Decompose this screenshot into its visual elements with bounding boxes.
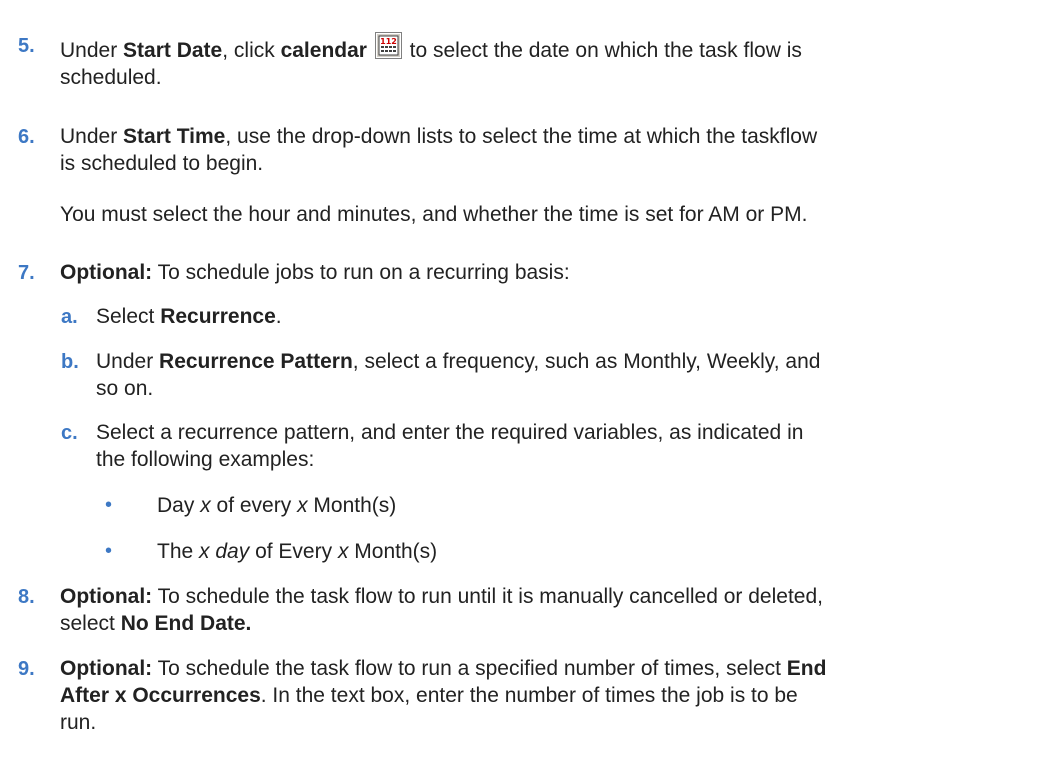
text-run: Month(s) (307, 494, 397, 517)
step-text: Under Start Time, use the drop-down list… (60, 123, 1020, 177)
text-run: Under (60, 39, 124, 62)
text-run: of Every (249, 540, 338, 563)
step-number: 6. (18, 126, 35, 148)
svg-text:112: 112 (380, 37, 397, 46)
text-run: select (60, 612, 121, 635)
optional-label: Optional: (60, 261, 153, 284)
text-run: Month(s) (348, 540, 438, 563)
text-run: the following examples: (96, 448, 315, 471)
variable-text: x (337, 540, 349, 563)
text-run: so on. (96, 377, 154, 400)
ui-term-calendar: calendar (280, 39, 367, 62)
text-run: of every (210, 494, 298, 517)
text-run: is scheduled to begin. (60, 152, 264, 175)
step-text: Optional: To schedule the task flow to r… (60, 583, 1020, 637)
bullet-text: The x day of Every x Month(s) (157, 538, 1037, 565)
text-run: , use the drop-down lists to select the … (225, 125, 818, 148)
step-number: 9. (18, 658, 35, 680)
ui-term-recurrence: Recurrence (160, 305, 276, 328)
step-text: Under Start Date, click calendar 112 to … (60, 32, 1020, 91)
substep-text: Under Recurrence Pattern, select a frequ… (96, 348, 1016, 402)
step-text: Optional: To schedule the task flow to r… (60, 655, 1020, 736)
bullet-mark: • (105, 494, 113, 516)
variable-text: x (297, 494, 308, 517)
step-note: You must select the hour and minutes, an… (60, 203, 808, 226)
ui-term-start-time: Start Time (123, 125, 226, 148)
substep-letter: c. (61, 422, 78, 444)
optional-label: Optional: (60, 657, 153, 680)
ui-term-start-date: Start Date (123, 39, 223, 62)
text-run: . (275, 305, 282, 328)
bullet-mark: • (105, 540, 113, 562)
text-run: , click (222, 39, 281, 62)
text-run: Day (157, 494, 201, 517)
ui-term-end-after-x-occurrences: After x Occurrences (60, 684, 261, 707)
text-run: scheduled. (60, 66, 162, 89)
substep-text: Select a recurrence pattern, and enter t… (96, 419, 1016, 473)
substep-letter: a. (61, 306, 78, 328)
calendar-icon: 112 (374, 32, 402, 59)
variable-text: x day (199, 540, 250, 563)
step-number: 8. (18, 586, 35, 608)
text-run: Under (60, 125, 124, 148)
step-number: 5. (18, 35, 35, 57)
substep-letter: b. (61, 351, 79, 373)
step-number: 7. (18, 262, 35, 284)
text-run: The (157, 540, 200, 563)
text-run: run. (60, 711, 97, 734)
ui-term-recurrence-pattern: Recurrence Pattern (159, 350, 353, 373)
ui-term-end-after-x-occurrences: End (786, 657, 827, 680)
variable-text: x (200, 494, 211, 517)
ui-term-no-end-date: No End Date. (120, 612, 252, 635)
text-run: To schedule jobs to run on a recurring b… (152, 261, 570, 284)
text-run: Select a recurrence pattern, and enter t… (96, 421, 804, 444)
text-run: To schedule the task flow to run until i… (152, 585, 823, 608)
step-text: Optional: To schedule jobs to run on a r… (60, 259, 1020, 286)
text-run: Under (96, 350, 160, 373)
text-run: To schedule the task flow to run a speci… (152, 657, 787, 680)
optional-label: Optional: (60, 585, 153, 608)
text-run: . In the text box, enter the number of t… (260, 684, 798, 707)
bullet-text: Day x of every x Month(s) (157, 492, 1037, 519)
text-run: , select a frequency, such as Monthly, W… (352, 350, 821, 373)
text-run: to select the date on which the task flo… (403, 39, 802, 62)
substep-text: Select Recurrence. (96, 303, 1016, 330)
text-run: Select (96, 305, 161, 328)
